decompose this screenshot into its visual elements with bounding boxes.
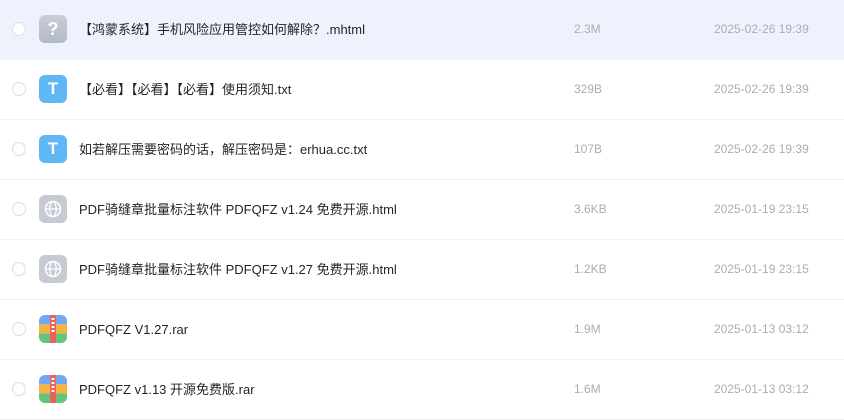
file-row[interactable]: T 如若解压需要密码的话，解压密码是：erhua.cc.txt 107B 202… xyxy=(0,120,844,180)
file-size: 329B xyxy=(574,82,603,96)
row-checkbox[interactable] xyxy=(12,142,26,156)
file-date: 2025-02-26 19:39 xyxy=(714,82,809,96)
file-date: 2025-02-26 19:39 xyxy=(714,22,809,36)
file-size: 2.3M xyxy=(574,22,601,36)
file-name[interactable]: PDFQFZ v1.13 开源免费版.rar xyxy=(79,360,255,419)
file-row[interactable]: PDF骑缝章批量标注软件 PDFQFZ v1.24 免费开源.html 3.6K… xyxy=(0,180,844,240)
web-file-icon xyxy=(39,255,67,283)
file-name[interactable]: PDF骑缝章批量标注软件 PDFQFZ v1.24 免费开源.html xyxy=(79,180,397,239)
archive-file-icon xyxy=(39,375,67,403)
row-checkbox[interactable] xyxy=(12,22,26,36)
globe-icon xyxy=(44,200,62,218)
file-date: 2025-02-26 19:39 xyxy=(714,142,809,156)
file-date: 2025-01-19 23:15 xyxy=(714,262,809,276)
text-file-icon: T xyxy=(39,135,67,163)
row-checkbox[interactable] xyxy=(12,382,26,396)
file-size: 107B xyxy=(574,142,603,156)
file-name[interactable]: PDF骑缝章批量标注软件 PDFQFZ v1.27 免费开源.html xyxy=(79,240,397,299)
row-checkbox[interactable] xyxy=(12,322,26,336)
zip-archive-icon xyxy=(39,375,67,403)
file-list: ? 【鸿蒙系统】手机风险应用管控如何解除？.mhtml 2.3M 2025-02… xyxy=(0,0,844,420)
file-row[interactable]: ? 【鸿蒙系统】手机风险应用管控如何解除？.mhtml 2.3M 2025-02… xyxy=(0,0,844,60)
file-name[interactable]: 【鸿蒙系统】手机风险应用管控如何解除？.mhtml xyxy=(79,0,365,59)
row-checkbox[interactable] xyxy=(12,262,26,276)
file-name[interactable]: PDFQFZ V1.27.rar xyxy=(79,300,188,359)
file-size: 1.6M xyxy=(574,382,601,396)
file-size: 3.6KB xyxy=(574,202,607,216)
file-row[interactable]: PDFQFZ v1.13 开源免费版.rar 1.6M 2025-01-13 0… xyxy=(0,360,844,420)
text-file-icon: T xyxy=(39,75,67,103)
file-size: 1.9M xyxy=(574,322,601,336)
globe-icon xyxy=(44,260,62,278)
zip-archive-icon xyxy=(39,315,67,343)
row-checkbox[interactable] xyxy=(12,82,26,96)
row-checkbox[interactable] xyxy=(12,202,26,216)
web-file-icon xyxy=(39,195,67,223)
file-date: 2025-01-13 03:12 xyxy=(714,382,809,396)
file-size: 1.2KB xyxy=(574,262,607,276)
file-date: 2025-01-13 03:12 xyxy=(714,322,809,336)
archive-file-icon xyxy=(39,315,67,343)
file-row[interactable]: PDF骑缝章批量标注软件 PDFQFZ v1.27 免费开源.html 1.2K… xyxy=(0,240,844,300)
file-name[interactable]: 如若解压需要密码的话，解压密码是：erhua.cc.txt xyxy=(79,120,367,179)
unknown-file-icon: ? xyxy=(39,15,67,43)
file-row[interactable]: T 【必看】【必看】【必看】使用须知.txt 329B 2025-02-26 1… xyxy=(0,60,844,120)
file-name[interactable]: 【必看】【必看】【必看】使用须知.txt xyxy=(79,60,291,119)
file-date: 2025-01-19 23:15 xyxy=(714,202,809,216)
file-row[interactable]: PDFQFZ V1.27.rar 1.9M 2025-01-13 03:12 xyxy=(0,300,844,360)
